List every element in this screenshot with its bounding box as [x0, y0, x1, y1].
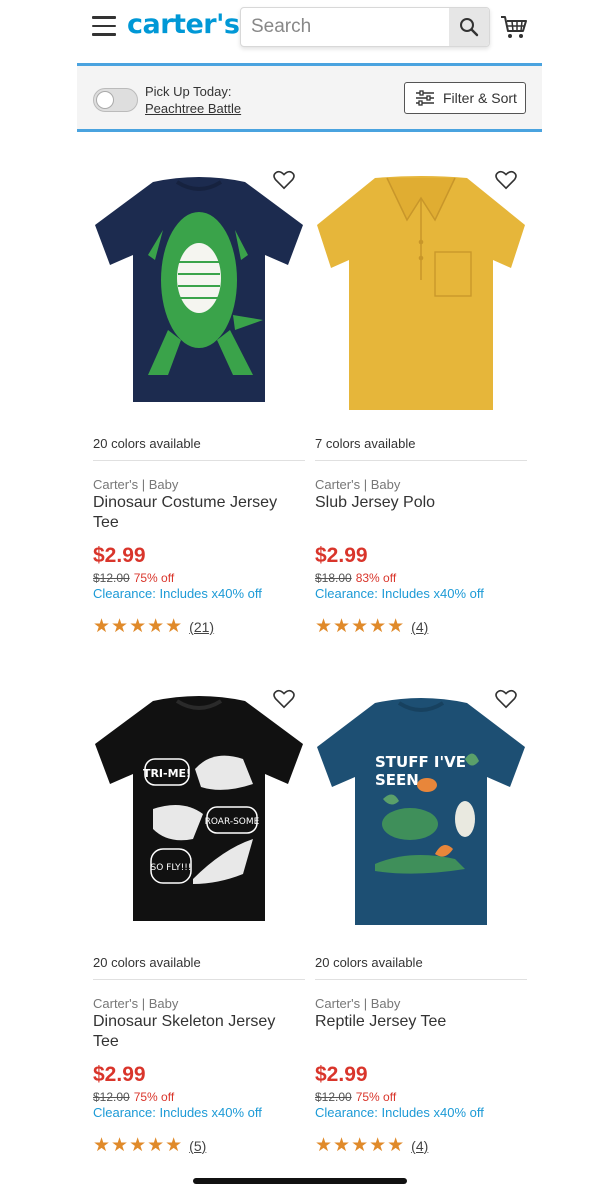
- filter-sort-button[interactable]: Filter & Sort: [404, 82, 526, 114]
- carters-logo[interactable]: carter's: [127, 9, 240, 40]
- header: carter's: [0, 0, 600, 56]
- product-name[interactable]: Slub Jersey Polo: [315, 493, 527, 513]
- review-count[interactable]: (4): [411, 619, 428, 635]
- review-count[interactable]: (21): [189, 619, 214, 635]
- review-count[interactable]: (5): [189, 1138, 206, 1154]
- divider: [93, 460, 305, 461]
- product-price: $2.99: [93, 1063, 146, 1086]
- product-name[interactable]: Reptile Jersey Tee: [315, 1012, 527, 1032]
- product-name[interactable]: Dinosaur Skeleton Jersey Tee: [93, 1012, 305, 1052]
- search-button[interactable]: [449, 8, 489, 46]
- product-image[interactable]: STUFF I'VE SEEN: [315, 689, 527, 929]
- colors-available: 20 colors available: [315, 955, 423, 970]
- clearance-text: Clearance: Includes x40% off: [315, 586, 484, 601]
- product-brand: Carter's | Baby: [315, 477, 401, 492]
- menu-icon[interactable]: [92, 16, 116, 36]
- product-image[interactable]: [93, 170, 305, 410]
- product-price: $2.99: [315, 544, 368, 567]
- colors-available: 20 colors available: [93, 955, 201, 970]
- product-brand: Carter's | Baby: [315, 996, 401, 1011]
- shirt-text-seen: SEEN: [375, 771, 419, 789]
- shirt-text-roarsome: ROAR-SOME: [205, 817, 260, 827]
- original-price: $18.00: [315, 571, 352, 585]
- product-card[interactable]: STUFF I'VE SEEN 20 colors available Cart…: [315, 689, 527, 1169]
- discount-percent: 75% off: [355, 1090, 397, 1104]
- price-original: $12.00 75% off: [315, 1090, 396, 1104]
- star-rating-icons: ★★★★★: [315, 616, 406, 637]
- discount-percent: 83% off: [355, 571, 397, 585]
- search-box: [240, 7, 490, 47]
- clearance-text: Clearance: Includes x40% off: [315, 1105, 484, 1120]
- price-original: $18.00 83% off: [315, 571, 396, 585]
- heart-icon[interactable]: [273, 170, 295, 190]
- product-card[interactable]: 20 colors available Carter's | Baby Dino…: [93, 170, 305, 650]
- price-original: $12.00 75% off: [93, 571, 174, 585]
- product-rating[interactable]: ★★★★★ (21): [93, 615, 214, 638]
- shirt-text-sofly: SO FLY!!!: [151, 863, 192, 873]
- clearance-text: Clearance: Includes x40% off: [93, 586, 262, 601]
- discount-percent: 75% off: [133, 571, 175, 585]
- product-card[interactable]: TRI-ME! ROAR-SOME SO FLY!!! 20 colors av…: [93, 689, 305, 1169]
- star-rating-icons: ★★★★★: [93, 616, 184, 637]
- pickup-toggle[interactable]: [93, 88, 138, 112]
- original-price: $12.00: [93, 1090, 130, 1104]
- filter-bar: Pick Up Today: Peachtree Battle Filter &…: [77, 63, 542, 132]
- heart-icon[interactable]: [273, 689, 295, 709]
- product-rating[interactable]: ★★★★★ (4): [315, 1134, 428, 1157]
- review-count[interactable]: (4): [411, 1138, 428, 1154]
- search-input[interactable]: [241, 8, 451, 46]
- original-price: $12.00: [315, 1090, 352, 1104]
- heart-icon[interactable]: [495, 170, 517, 190]
- clearance-text: Clearance: Includes x40% off: [93, 1105, 262, 1120]
- product-brand: Carter's | Baby: [93, 477, 179, 492]
- product-image[interactable]: TRI-ME! ROAR-SOME SO FLY!!!: [93, 689, 305, 929]
- pickup-store-link[interactable]: Peachtree Battle: [145, 101, 241, 117]
- product-rating[interactable]: ★★★★★ (5): [93, 1134, 206, 1157]
- divider: [315, 979, 527, 980]
- product-name[interactable]: Dinosaur Costume Jersey Tee: [93, 493, 305, 533]
- search-icon: [460, 18, 479, 37]
- shirt-text-stuff: STUFF I'VE: [375, 753, 466, 771]
- divider: [93, 979, 305, 980]
- shirt-text-trime: TRI-ME!: [143, 767, 191, 780]
- divider: [315, 460, 527, 461]
- home-indicator[interactable]: [193, 1178, 407, 1184]
- colors-available: 7 colors available: [315, 436, 416, 451]
- product-brand: Carter's | Baby: [93, 996, 179, 1011]
- sliders-icon: [416, 90, 434, 106]
- star-rating-icons: ★★★★★: [315, 1135, 406, 1156]
- cart-icon[interactable]: [500, 14, 528, 40]
- colors-available: 20 colors available: [93, 436, 201, 451]
- pickup-label: Pick Up Today:: [145, 84, 232, 99]
- heart-icon[interactable]: [495, 689, 517, 709]
- price-original: $12.00 75% off: [93, 1090, 174, 1104]
- product-price: $2.99: [315, 1063, 368, 1086]
- product-rating[interactable]: ★★★★★ (4): [315, 615, 428, 638]
- product-image[interactable]: [315, 170, 527, 410]
- product-card[interactable]: 7 colors available Carter's | Baby Slub …: [315, 170, 527, 650]
- star-rating-icons: ★★★★★: [93, 1135, 184, 1156]
- original-price: $12.00: [93, 571, 130, 585]
- filter-sort-label: Filter & Sort: [443, 90, 517, 106]
- product-price: $2.99: [93, 544, 146, 567]
- discount-percent: 75% off: [133, 1090, 175, 1104]
